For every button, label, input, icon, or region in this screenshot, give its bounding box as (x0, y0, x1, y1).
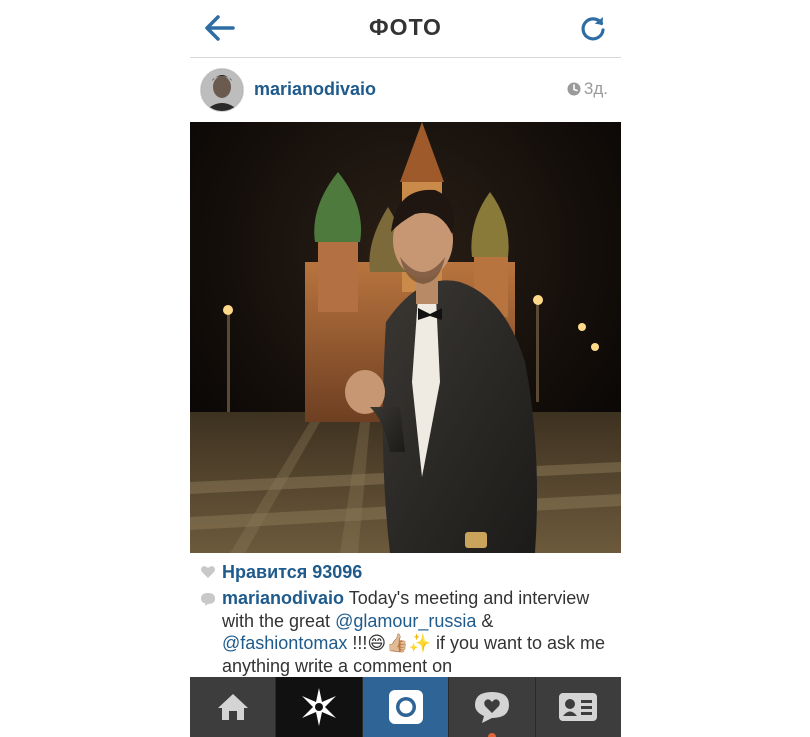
mention-fashiontomax[interactable]: @fashiontomax (222, 633, 347, 653)
likes-count[interactable]: Нравится 93096 (222, 562, 362, 583)
heart-icon (201, 566, 215, 578)
activity-heart-icon (474, 692, 509, 723)
notification-indicator (487, 733, 496, 737)
clock-icon (567, 82, 581, 96)
tab-home[interactable] (190, 677, 277, 737)
tab-activity[interactable] (449, 677, 536, 737)
instagram-photo-screen: ФОТО marianodivaio 3д. Нравится 93096 ma… (190, 0, 621, 737)
user-avatar-icon (201, 69, 243, 111)
photo-image (190, 122, 621, 553)
post-username[interactable]: marianodivaio (254, 79, 376, 100)
caption-username[interactable]: marianodivaio (222, 588, 344, 608)
caption: marianodivaio Today's meeting and interv… (200, 587, 611, 677)
page-title: ФОТО (369, 14, 442, 40)
refresh-button[interactable] (575, 10, 611, 46)
home-icon (217, 694, 248, 720)
explore-star-icon (302, 688, 337, 726)
tab-profile[interactable] (536, 677, 621, 737)
profile-card-icon (559, 693, 598, 721)
post-timestamp: 3д. (567, 79, 608, 99)
post-time-text: 3д. (583, 79, 608, 98)
caption-text-part-2: & (476, 610, 494, 631)
tab-explore[interactable] (276, 677, 363, 737)
comment-bubble-icon (201, 593, 215, 606)
top-navigation-bar: ФОТО (190, 0, 621, 58)
post-photo[interactable] (190, 122, 621, 553)
mention-glamour-russia[interactable]: @glamour_russia (335, 611, 476, 631)
refresh-icon (581, 17, 605, 41)
bottom-tab-bar (190, 677, 621, 737)
likes-row: Нравится 93096 (200, 561, 611, 583)
tab-camera[interactable] (362, 677, 450, 737)
caption-text: marianodivaio Today's meeting and interv… (222, 587, 611, 677)
post-header: marianodivaio 3д. (190, 58, 621, 120)
avatar[interactable] (200, 68, 244, 112)
camera-icon (388, 690, 423, 724)
